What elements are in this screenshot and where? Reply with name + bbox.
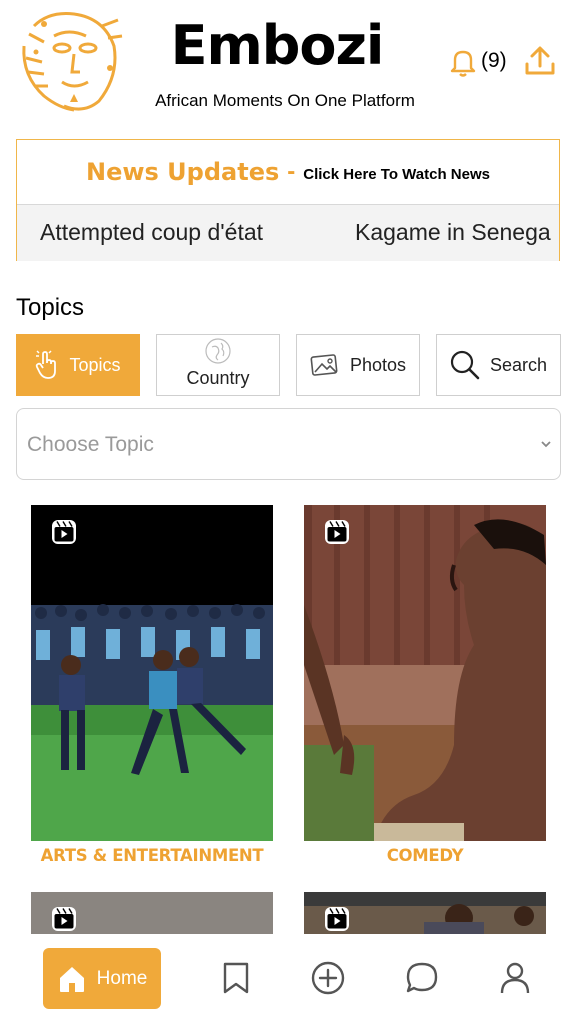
profile-icon[interactable] (497, 960, 533, 996)
tab-search-label: Search (489, 354, 548, 375)
topics-heading: Topics (16, 294, 85, 321)
tab-topics[interactable]: Topics (16, 334, 140, 396)
search-icon (450, 350, 480, 380)
news-updates-panel[interactable]: News Updates - Click Here To Watch News … (16, 139, 560, 261)
card-label-arts[interactable]: ARTS & ENTERTAINMENT (31, 846, 273, 865)
app-header: Embozi African Moments On One Platform (… (0, 0, 576, 125)
notification-count[interactable]: (9) (481, 49, 507, 73)
nav-home-label: Home (96, 967, 148, 989)
video-card-partial[interactable] (31, 892, 273, 934)
chevron-down-icon (541, 441, 551, 448)
video-card-partial[interactable] (304, 892, 546, 934)
reel-icon (52, 907, 76, 931)
bookmark-icon[interactable] (218, 960, 254, 996)
news-header[interactable]: News Updates - Click Here To Watch News (17, 140, 559, 204)
photo-icon (310, 354, 338, 376)
bottom-navigation: Home (0, 934, 576, 1024)
ticker-item[interactable]: Attempted coup d'état (40, 219, 263, 246)
app-tagline: African Moments On One Platform (155, 91, 415, 110)
video-thumbnail (304, 505, 546, 841)
upload-icon[interactable] (523, 44, 557, 78)
video-thumbnail (31, 505, 273, 841)
globe-icon (205, 337, 231, 364)
tab-photos-label: Photos (349, 354, 407, 375)
video-card-comedy[interactable] (304, 505, 546, 841)
tab-country[interactable]: Country (156, 334, 280, 396)
card-label-comedy[interactable]: COMEDY (304, 846, 546, 865)
reel-icon (52, 520, 76, 544)
news-dash: - (287, 158, 296, 185)
news-ticker[interactable]: Attempted coup d'état Kagame in Senega (17, 204, 559, 261)
tap-hand-icon (36, 350, 57, 379)
video-card-arts[interactable] (31, 505, 273, 841)
tab-photos[interactable]: Photos (296, 334, 420, 396)
logo-mask-icon[interactable] (14, 6, 124, 114)
chat-icon[interactable] (404, 960, 440, 996)
choose-topic-placeholder: Choose Topic (27, 433, 154, 456)
ticker-item[interactable]: Kagame in Senega (355, 219, 551, 246)
app-title: Embozi (170, 14, 385, 77)
choose-topic-select[interactable]: Choose Topic (16, 408, 561, 480)
add-circle-icon[interactable] (310, 960, 346, 996)
tab-topics-label: Topics (69, 354, 121, 375)
tab-country-label: Country (186, 367, 250, 388)
tab-search[interactable]: Search (436, 334, 561, 396)
nav-home-button[interactable]: Home (43, 948, 161, 1009)
bell-icon[interactable] (447, 46, 479, 78)
reel-icon (325, 907, 349, 931)
watch-news-link[interactable]: Click Here To Watch News (303, 166, 490, 183)
news-title: News Updates (86, 158, 280, 186)
reel-icon (325, 520, 349, 544)
home-icon (59, 966, 84, 992)
